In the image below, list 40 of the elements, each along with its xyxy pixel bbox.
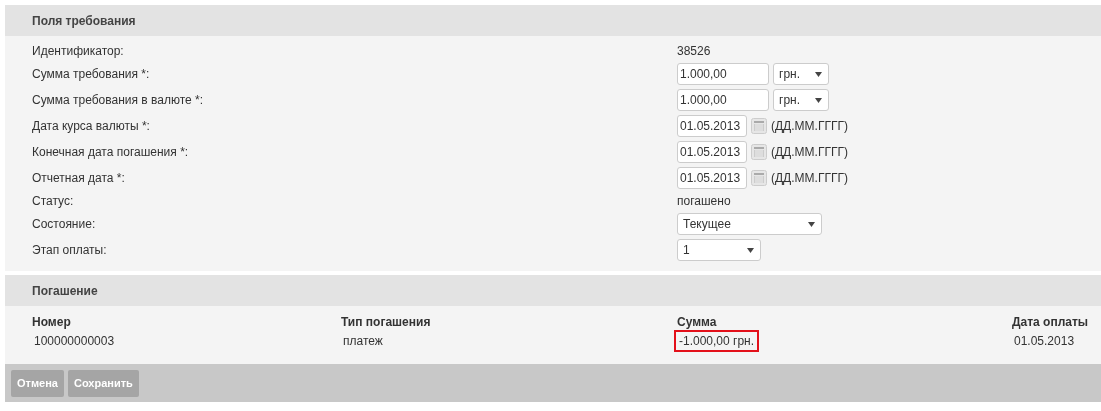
- column-header: Номер: [32, 315, 72, 329]
- table-cell-text: 100000000003: [33, 333, 116, 350]
- date-format-hint: (ДД.ММ.ГГГГ): [771, 119, 848, 133]
- calendar-icon[interactable]: [751, 170, 767, 186]
- date-field[interactable]: 01.05.2013: [677, 115, 747, 137]
- highlighted-cell: -1.000,00 грн.: [674, 330, 760, 352]
- caret-icon: [808, 221, 815, 227]
- field-label: Статус:: [32, 194, 75, 208]
- table-cell-text: 01.05.2013: [1013, 333, 1076, 350]
- field-value: погашено: [677, 194, 731, 208]
- field-value: 38526: [677, 44, 711, 58]
- calendar-icon[interactable]: [751, 144, 767, 160]
- field-label: Идентификатор:: [32, 44, 125, 58]
- field-label: Состояние:: [32, 217, 97, 231]
- amount-field[interactable]: 1.000,00: [677, 89, 769, 111]
- field-label: Дата курса валюты *:: [32, 119, 151, 133]
- section-header: Поля требования: [5, 5, 1101, 36]
- field-label: Сумма требования в валюте *:: [32, 93, 205, 107]
- amount-field[interactable]: 1.000,00: [677, 63, 769, 85]
- select-dropdown[interactable]: 1: [677, 239, 761, 261]
- date-format-hint: (ДД.ММ.ГГГГ): [771, 145, 848, 159]
- caret-icon: [815, 97, 822, 103]
- field-label: Конечная дата погашения *:: [32, 145, 190, 159]
- table-cell-text: платеж: [342, 333, 384, 350]
- select-dropdown[interactable]: Текущее: [677, 213, 822, 235]
- calendar-icon[interactable]: [751, 118, 767, 134]
- column-header: Тип погашения: [341, 315, 432, 329]
- currency-dropdown[interactable]: грн.: [773, 63, 829, 85]
- section-header: Погашение: [5, 275, 1101, 306]
- field-label: Этап оплаты:: [32, 243, 108, 257]
- field-label: Сумма требования *:: [32, 67, 151, 81]
- currency-dropdown[interactable]: грн.: [773, 89, 829, 111]
- date-field[interactable]: 01.05.2013: [677, 141, 747, 163]
- caret-icon: [815, 71, 822, 77]
- date-format-hint: (ДД.ММ.ГГГГ): [771, 171, 848, 185]
- date-field[interactable]: 01.05.2013: [677, 167, 747, 189]
- column-header: Сумма: [677, 315, 718, 329]
- column-header: Дата оплаты: [1012, 315, 1090, 329]
- caret-icon: [747, 247, 754, 253]
- field-label: Отчетная дата *:: [32, 171, 126, 185]
